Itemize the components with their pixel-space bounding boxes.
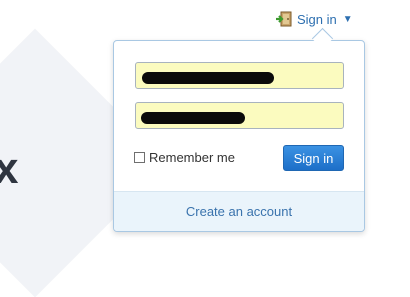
- remember-me: Remember me: [134, 150, 235, 165]
- signin-submit-button[interactable]: Sign in: [283, 145, 344, 171]
- create-account-link[interactable]: Create an account: [186, 204, 292, 219]
- signin-toggle-label: Sign in: [297, 11, 337, 27]
- signin-toggle[interactable]: Sign in ▼: [275, 9, 353, 29]
- password-input[interactable]: [135, 102, 344, 129]
- username-input[interactable]: [135, 62, 344, 89]
- background-letter: x: [0, 144, 19, 193]
- door-arrow-icon: [275, 11, 293, 27]
- caret-down-icon: ▼: [342, 13, 353, 25]
- remember-me-label: Remember me: [149, 150, 235, 165]
- remember-me-checkbox[interactable]: [134, 152, 145, 163]
- dropdown-footer: Create an account: [114, 191, 364, 231]
- login-dropdown: Remember me Sign in Create an account: [113, 40, 365, 232]
